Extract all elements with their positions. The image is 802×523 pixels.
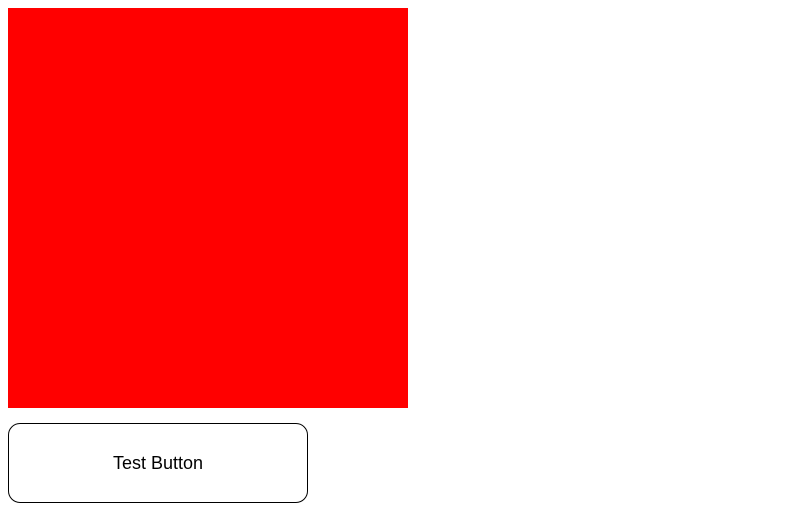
test-button[interactable]: Test Button bbox=[8, 423, 308, 503]
red-box bbox=[8, 8, 408, 408]
